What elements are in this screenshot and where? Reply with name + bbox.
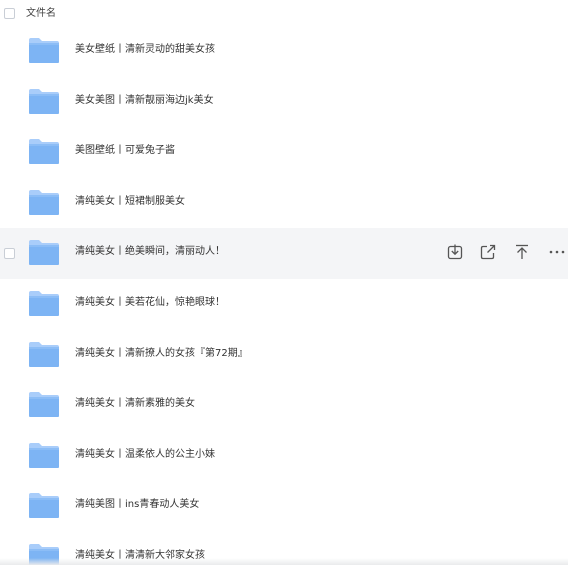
file-row[interactable]: 清纯美女丨绝美瞬间，清丽动人！ [0,228,568,279]
file-row[interactable]: 清纯美女丨美若花仙，惊艳眼球！ [0,279,568,330]
folder-icon[interactable] [28,290,60,317]
file-row[interactable]: 清纯美女丨清新素雅的美女 [0,380,568,431]
file-name[interactable]: 清纯美女丨短裙制服美女 [75,195,185,209]
file-row[interactable]: 清纯美女丨温柔依人的公主小妹 [0,431,568,482]
move-to-top-icon[interactable] [513,243,531,261]
folder-icon[interactable] [28,341,60,368]
filename-column-header[interactable]: 文件名 [26,7,56,21]
file-name[interactable]: 清纯美女丨清新素雅的美女 [75,397,195,411]
row-checkbox[interactable] [4,248,15,260]
file-name[interactable]: 清纯美女丨清新撩人的女孩『第72期』 [75,347,248,361]
file-list: 美女壁纸丨清新灵动的甜美女孩 美女美图丨清新靓丽海边jk美女 美图壁纸丨可爱兔子酱清… [0,26,568,565]
file-name[interactable]: 清纯美女丨温柔依人的公主小妹 [75,448,215,462]
file-row[interactable]: 美女美图丨清新靓丽海边jk美女 [0,77,568,128]
file-row[interactable]: 清纯美女丨清新撩人的女孩『第72期』 [0,330,568,381]
file-name[interactable]: 清纯美女丨美若花仙，惊艳眼球！ [75,296,225,310]
file-row[interactable]: 清纯美图丨ins青春动人美女 [0,481,568,532]
list-header: 文件名 [0,0,568,28]
folder-icon[interactable] [28,138,60,165]
file-name[interactable]: 清纯美女丨绝美瞬间，清丽动人！ [75,245,225,259]
bottom-scroll-shadow [0,558,568,565]
folder-icon[interactable] [28,88,60,115]
folder-icon[interactable] [28,442,60,469]
share-icon[interactable] [479,243,497,261]
select-all-checkbox[interactable] [4,8,15,19]
file-row[interactable]: 美图壁纸丨可爱兔子酱 [0,127,568,178]
more-icon[interactable] [548,243,566,261]
folder-icon[interactable] [28,391,60,418]
folder-icon[interactable] [28,239,60,266]
file-name[interactable]: 清纯美图丨ins青春动人美女 [75,498,199,512]
file-list-panel: 文件名 美女壁纸丨清新灵动的甜美女孩 美女美图丨清新靓丽海边jk美女 美图壁纸丨可爱… [0,0,568,565]
file-row[interactable]: 美女壁纸丨清新灵动的甜美女孩 [0,26,568,77]
folder-icon[interactable] [28,492,60,519]
download-icon[interactable] [446,243,464,261]
folder-icon[interactable] [28,189,60,216]
file-name[interactable]: 美女壁纸丨清新灵动的甜美女孩 [75,43,215,57]
folder-icon[interactable] [28,37,60,64]
file-name[interactable]: 美女美图丨清新靓丽海边jk美女 [75,94,214,108]
file-row[interactable]: 清纯美女丨短裙制服美女 [0,178,568,229]
file-name[interactable]: 美图壁纸丨可爱兔子酱 [75,144,175,158]
